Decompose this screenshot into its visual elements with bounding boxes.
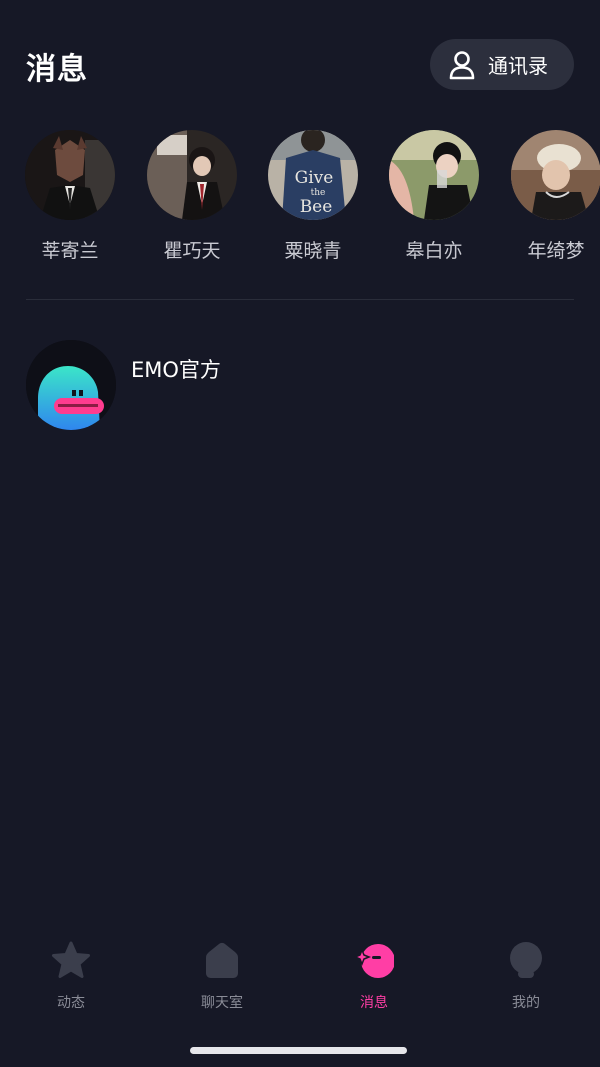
emo-official-avatar bbox=[26, 340, 116, 430]
message-icon bbox=[352, 944, 395, 978]
friend-name: 莘寄兰 bbox=[41, 240, 99, 262]
profile-icon bbox=[510, 942, 542, 978]
friends-row[interactable]: 莘寄兰 瞿巧天 Give the Bee 粟晓青 皋白亦 年绮梦 bbox=[0, 130, 600, 270]
page-title: 消息 bbox=[26, 52, 88, 87]
friend-name: 瞿巧天 bbox=[163, 240, 221, 262]
contacts-button-label: 通讯录 bbox=[488, 54, 548, 78]
friend-item[interactable]: 年绮梦 bbox=[506, 130, 600, 263]
tab-messages[interactable]: 消息 bbox=[324, 940, 424, 1012]
conversation-name: EMO官方 bbox=[131, 358, 221, 382]
friend-item[interactable]: Give the Bee 粟晓青 bbox=[263, 130, 363, 263]
friend-name: 年绮梦 bbox=[527, 240, 585, 262]
friend-avatar: Give the Bee bbox=[268, 130, 358, 220]
friend-name: 粟晓青 bbox=[284, 240, 342, 262]
svg-text:Bee: Bee bbox=[300, 197, 333, 217]
friend-item[interactable]: 莘寄兰 bbox=[20, 130, 120, 263]
tab-bar: 动态 聊天室 消息 我的 bbox=[0, 930, 600, 1030]
friend-avatar bbox=[147, 130, 237, 220]
tab-chatroom[interactable]: 聊天室 bbox=[172, 940, 272, 1012]
tab-label: 聊天室 bbox=[201, 995, 243, 1011]
home-indicator[interactable] bbox=[190, 1047, 407, 1054]
header: 消息 通讯录 bbox=[0, 0, 600, 120]
friend-avatar bbox=[511, 130, 600, 220]
contacts-button[interactable]: 通讯录 bbox=[430, 39, 574, 90]
friend-name: 皋白亦 bbox=[405, 240, 463, 262]
friend-avatar bbox=[389, 130, 479, 220]
star-icon bbox=[52, 941, 90, 978]
friend-avatar bbox=[25, 130, 115, 220]
tab-feed[interactable]: 动态 bbox=[21, 940, 121, 1012]
tab-label: 我的 bbox=[512, 995, 540, 1011]
divider bbox=[26, 299, 574, 300]
friend-item[interactable]: 皋白亦 bbox=[384, 130, 484, 263]
friend-item[interactable]: 瞿巧天 bbox=[142, 130, 242, 263]
tab-label: 动态 bbox=[57, 995, 85, 1011]
person-icon bbox=[449, 50, 475, 79]
home-icon bbox=[206, 942, 238, 978]
svg-text:Give: Give bbox=[295, 168, 334, 188]
tab-label: 消息 bbox=[360, 995, 388, 1011]
conversation-item[interactable]: EMO官方 bbox=[0, 338, 600, 433]
tab-profile[interactable]: 我的 bbox=[476, 940, 576, 1012]
